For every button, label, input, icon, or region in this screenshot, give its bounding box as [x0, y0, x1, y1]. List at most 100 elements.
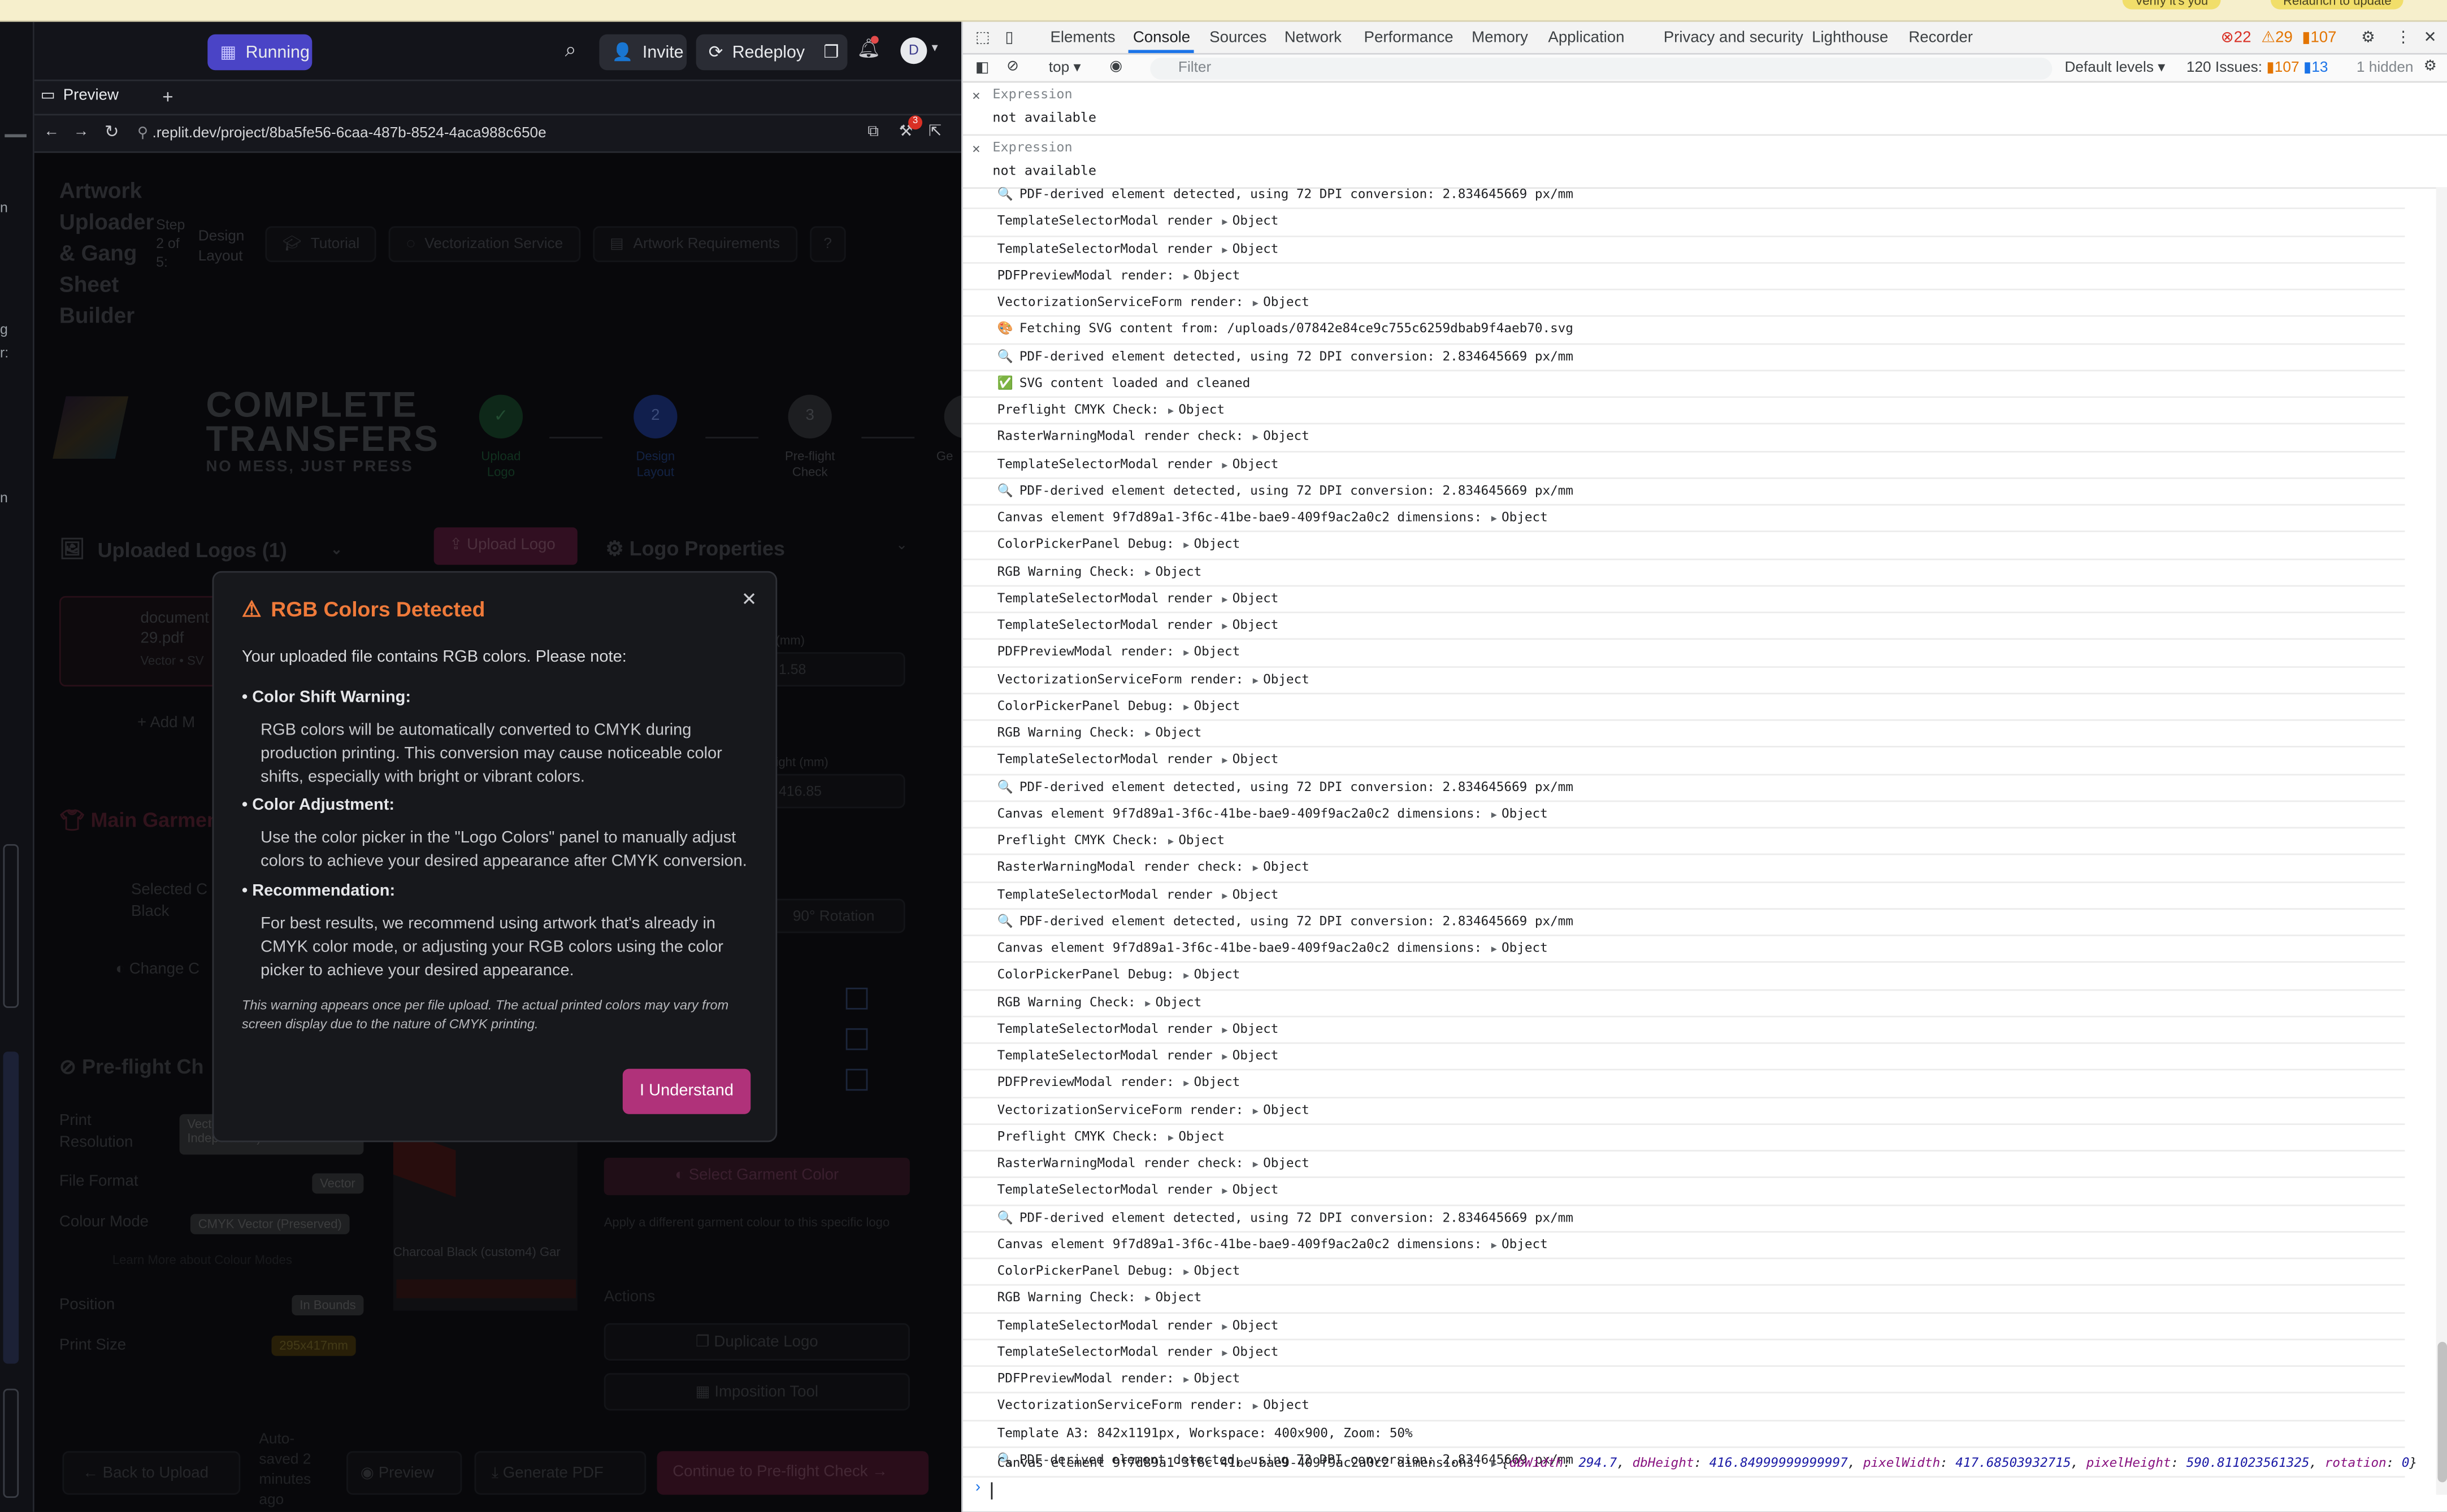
i-understand-button[interactable]: I Understand	[622, 1068, 751, 1114]
log-object[interactable]: Object	[1263, 859, 1309, 875]
invite-button[interactable]: 👤 Invite	[599, 34, 687, 71]
avatar[interactable]: D	[900, 37, 927, 64]
expand-arrow-icon[interactable]: ▶	[1168, 406, 1174, 416]
log-object[interactable]: Object	[1233, 1343, 1279, 1359]
log-object[interactable]: Object	[1233, 1181, 1279, 1197]
sidebar-toggle-icon[interactable]: ◧	[975, 59, 990, 76]
console-message[interactable]: TemplateSelectorModal render ▶ Object	[962, 1179, 2405, 1206]
more-icon[interactable]: ⋮	[2396, 29, 2411, 46]
console-message[interactable]: VectorizationServiceForm render: ▶ Object	[962, 290, 2405, 318]
log-object[interactable]: Object	[1194, 697, 1240, 713]
console-message[interactable]: PDFPreviewModal render: ▶ Object	[962, 1071, 2405, 1098]
tab-network[interactable]: Network	[1285, 29, 1342, 46]
log-object[interactable]: Object	[1194, 643, 1240, 659]
console-message[interactable]: 🔍 PDF-derived element detected, using 72 …	[962, 775, 2405, 802]
console-message[interactable]: ColorPickerPanel Debug: ▶ Object	[962, 532, 2405, 559]
expand-arrow-icon[interactable]: ▶	[1491, 810, 1497, 820]
close-icon[interactable]: ✕	[741, 588, 757, 611]
tab-privacy[interactable]: Privacy and security	[1664, 29, 1803, 46]
console-message[interactable]: ✅ SVG content loaded and cleaned	[962, 371, 2405, 398]
expand-arrow-icon[interactable]: ▶	[1183, 1079, 1189, 1089]
log-object[interactable]: Object	[1156, 724, 1202, 740]
expand-arrow-icon[interactable]: ▶	[1222, 218, 1227, 228]
console-message[interactable]: VectorizationServiceForm render: ▶ Object	[962, 1098, 2405, 1125]
expand-arrow-icon[interactable]: ▶	[1222, 1348, 1227, 1358]
expand-arrow-icon[interactable]: ▶	[1491, 1240, 1497, 1251]
log-object[interactable]: Object	[1156, 1289, 1202, 1305]
console-cursor[interactable]	[991, 1482, 993, 1500]
expand-arrow-icon[interactable]: ▶	[1183, 702, 1189, 712]
log-object[interactable]: Object	[1233, 885, 1279, 901]
console-message[interactable]: 🎨 Fetching SVG content from: /uploads/078…	[962, 317, 2405, 344]
log-object[interactable]: Object	[1263, 428, 1309, 444]
expand-arrow-icon[interactable]: ▶	[1491, 514, 1497, 524]
tab-lighthouse[interactable]: Lighthouse	[1812, 29, 1888, 46]
log-object[interactable]: Object	[1233, 751, 1279, 767]
console-message[interactable]: TemplateSelectorModal render ▶ Object	[962, 586, 2405, 614]
forward-arrow-icon[interactable]: →	[73, 123, 89, 140]
relaunch-badge[interactable]: Relaunch to update	[2270, 0, 2404, 10]
expand-arrow-icon[interactable]: ▶	[1253, 1159, 1259, 1170]
log-object[interactable]: Object	[1502, 805, 1548, 820]
log-object[interactable]: Object	[1194, 1074, 1240, 1090]
expand-arrow-icon[interactable]: ▶	[1183, 648, 1189, 659]
console-message[interactable]: RGB Warning Check: ▶ Object	[962, 990, 2405, 1017]
expand-arrow-icon[interactable]: ▶	[1183, 540, 1189, 551]
expand-arrow-icon[interactable]: ▶	[1168, 836, 1174, 847]
log-object[interactable]: Object	[1156, 563, 1202, 579]
tab-elements[interactable]: Elements	[1050, 29, 1115, 46]
log-object[interactable]: Object	[1233, 455, 1279, 471]
console-message[interactable]: VectorizationServiceForm render: ▶ Object	[962, 667, 2405, 694]
error-count[interactable]: ⊗22	[2221, 29, 2251, 46]
console-message[interactable]: TemplateSelectorModal render ▶ Object	[962, 1017, 2405, 1044]
console-message[interactable]: 🔍 PDF-derived element detected, using 72 …	[962, 344, 2405, 371]
console-message[interactable]: RGB Warning Check: ▶ Object	[962, 559, 2405, 586]
tab-preview[interactable]: ▭ Preview	[41, 88, 119, 105]
log-object[interactable]: Object	[1194, 536, 1240, 551]
expand-arrow-icon[interactable]: ▶	[1253, 433, 1259, 444]
url-field[interactable]: ⚲ .replit.dev/project/8ba5fe56-6caa-487b…	[131, 120, 861, 147]
context-selector[interactable]: top ▾	[1049, 59, 1081, 76]
log-object[interactable]: Object	[1233, 616, 1279, 632]
console-message-expanded[interactable]: Canvas element 9f7d89a1-3f6c-41be-bae9-4…	[962, 1451, 2417, 1478]
console-message[interactable]: Preflight CMYK Check: ▶ Object	[962, 1124, 2405, 1152]
add-tab-button[interactable]: +	[162, 86, 173, 108]
scrollbar-thumb[interactable]	[2437, 1341, 2447, 1483]
console-message[interactable]: RasterWarningModal render check: ▶ Object	[962, 855, 2405, 883]
expand-arrow-icon[interactable]: ▶	[1253, 675, 1259, 685]
expand-arrow-icon[interactable]: ▶	[1183, 971, 1189, 981]
console-message[interactable]: TemplateSelectorModal render ▶ Object	[962, 1044, 2405, 1071]
expand-arrow-icon[interactable]: ▶	[1183, 1375, 1189, 1385]
expand-arrow-icon[interactable]: ▶	[1253, 298, 1259, 309]
console-message[interactable]: TemplateSelectorModal render ▶ Object	[962, 1313, 2405, 1340]
expand-arrow-icon[interactable]: ▶	[1253, 1106, 1259, 1116]
console-message[interactable]: 🔍 PDF-derived element detected, using 72 …	[962, 1205, 2405, 1232]
expand-arrow-icon[interactable]: ▶	[1183, 1267, 1189, 1278]
console-message[interactable]: TemplateSelectorModal render ▶ Object	[962, 210, 2405, 237]
expand-arrow-icon[interactable]: ▶	[1222, 1321, 1227, 1332]
console-scrollbar[interactable]	[2436, 187, 2447, 1495]
gear-icon[interactable]: ⚙	[2361, 29, 2375, 46]
open-external-icon[interactable]: ⇱	[929, 123, 942, 140]
console-message[interactable]: PDFPreviewModal render: ▶ Object	[962, 640, 2405, 667]
log-object[interactable]: Object	[1263, 293, 1309, 309]
running-button[interactable]: ▦ Running	[207, 34, 313, 71]
expand-arrow-icon[interactable]: ▶	[1222, 459, 1227, 470]
expand-arrow-icon[interactable]: ▶	[1183, 271, 1189, 282]
log-object[interactable]: Object	[1194, 966, 1240, 982]
log-object[interactable]: Object	[1233, 589, 1279, 605]
console-message[interactable]: Preflight CMYK Check: ▶ Object	[962, 828, 2405, 855]
log-object[interactable]: Object	[1233, 1047, 1279, 1063]
console-message[interactable]: RasterWarningModal render check: ▶ Object	[962, 425, 2405, 452]
expand-arrow-icon[interactable]: ▶	[1222, 1052, 1227, 1062]
console-prompt-icon[interactable]: ›	[975, 1479, 980, 1496]
eye-icon[interactable]: ◉	[1109, 58, 1122, 75]
tab-console[interactable]: Console	[1133, 29, 1190, 46]
log-levels-dropdown[interactable]: Default levels ▾	[2064, 59, 2165, 76]
expand-arrow-icon[interactable]: ▶	[1222, 594, 1227, 605]
tab-memory[interactable]: Memory	[1472, 29, 1528, 46]
expand-arrow-icon[interactable]: ▶	[1145, 998, 1151, 1009]
log-object[interactable]: Object	[1502, 1235, 1548, 1251]
devices-icon[interactable]: ⧉	[867, 123, 879, 140]
log-object[interactable]: Object	[1194, 1262, 1240, 1278]
